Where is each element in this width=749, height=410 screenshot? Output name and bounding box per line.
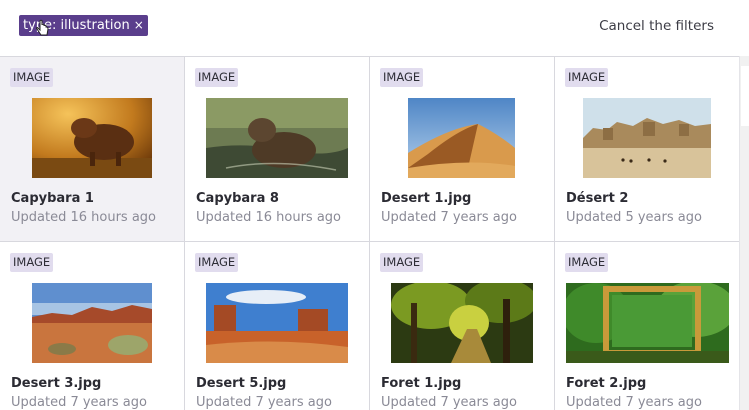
card-updated: Updated 7 years ago <box>381 395 517 410</box>
media-card[interactable]: IMAGE Désert 2 Updated 5 years ago <box>555 57 740 242</box>
capybara-thumbnail[interactable] <box>32 98 152 178</box>
media-grid: IMAGE Capybara 1 Updated 16 hours ago IM… <box>0 56 740 410</box>
media-card[interactable]: IMAGE Capybara 8 Updated 16 hours ago <box>185 57 370 242</box>
type-badge: IMAGE <box>10 253 54 272</box>
scrollbar[interactable] <box>739 56 749 410</box>
filter-bar: type: illustration × Cancel the filters <box>0 0 749 56</box>
type-badge: IMAGE <box>380 253 424 272</box>
capybara-thumbnail[interactable] <box>206 98 348 178</box>
card-title[interactable]: Desert 5.jpg <box>196 376 286 391</box>
card-updated: Updated 16 hours ago <box>11 210 156 225</box>
forest-frame-thumbnail[interactable] <box>566 283 729 363</box>
desert-thumbnail[interactable] <box>32 283 152 363</box>
media-card[interactable]: IMAGE Desert 3.jpg Updated 7 years ago <box>0 242 185 410</box>
media-card[interactable]: IMAGE Foret 1.jpg Updated 7 years ago <box>370 242 555 410</box>
media-card[interactable]: IMAGE Capybara 1 Updated 16 hours ago <box>0 57 185 242</box>
hand-cursor-icon <box>36 19 49 36</box>
type-badge: IMAGE <box>565 68 609 87</box>
card-updated: Updated 7 years ago <box>381 210 517 225</box>
card-title[interactable]: Foret 2.jpg <box>566 376 646 391</box>
card-title[interactable]: Désert 2 <box>566 191 628 206</box>
cancel-filters-button[interactable]: Cancel the filters <box>599 18 714 34</box>
type-badge: IMAGE <box>10 68 54 87</box>
media-card[interactable]: IMAGE Foret 2.jpg Updated 7 years ago <box>555 242 740 410</box>
forest-thumbnail[interactable] <box>391 283 533 363</box>
media-card[interactable]: IMAGE Desert 1.jpg Updated 7 years ago <box>370 57 555 242</box>
card-title[interactable]: Capybara 8 <box>196 191 279 206</box>
card-updated: Updated 7 years ago <box>566 395 702 410</box>
card-title[interactable]: Foret 1.jpg <box>381 376 461 391</box>
type-badge: IMAGE <box>565 253 609 272</box>
scrollbar-thumb[interactable] <box>741 66 749 126</box>
desert-village-thumbnail[interactable] <box>583 98 711 178</box>
card-updated: Updated 7 years ago <box>196 395 332 410</box>
type-badge: IMAGE <box>195 68 239 87</box>
media-card[interactable]: IMAGE Desert 5.jpg Updated 7 years ago <box>185 242 370 410</box>
type-badge: IMAGE <box>380 68 424 87</box>
type-badge: IMAGE <box>195 253 239 272</box>
card-updated: Updated 16 hours ago <box>196 210 341 225</box>
card-updated: Updated 7 years ago <box>11 395 147 410</box>
card-title[interactable]: Capybara 1 <box>11 191 94 206</box>
card-title[interactable]: Desert 1.jpg <box>381 191 471 206</box>
card-title[interactable]: Desert 3.jpg <box>11 376 101 391</box>
monument-valley-thumbnail[interactable] <box>206 283 348 363</box>
close-icon[interactable]: × <box>134 18 144 32</box>
desert-thumbnail[interactable] <box>408 98 515 178</box>
card-updated: Updated 5 years ago <box>566 210 702 225</box>
